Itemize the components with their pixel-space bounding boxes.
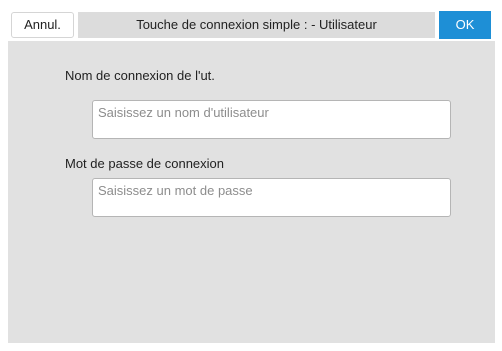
- username-field[interactable]: Saisissez un nom d'utilisateur: [92, 100, 451, 139]
- password-field[interactable]: Saisissez un mot de passe: [92, 178, 451, 217]
- dialog-header: Annul. Touche de connexion simple : - Ut…: [8, 9, 495, 41]
- username-label: Nom de connexion de l'ut.: [65, 68, 215, 83]
- dialog-panel: Annul. Touche de connexion simple : - Ut…: [8, 9, 495, 343]
- dialog-title: Touche de connexion simple : - Utilisate…: [78, 12, 435, 38]
- password-label: Mot de passe de connexion: [65, 156, 224, 171]
- ok-button[interactable]: OK: [439, 11, 491, 39]
- cancel-button[interactable]: Annul.: [11, 12, 74, 38]
